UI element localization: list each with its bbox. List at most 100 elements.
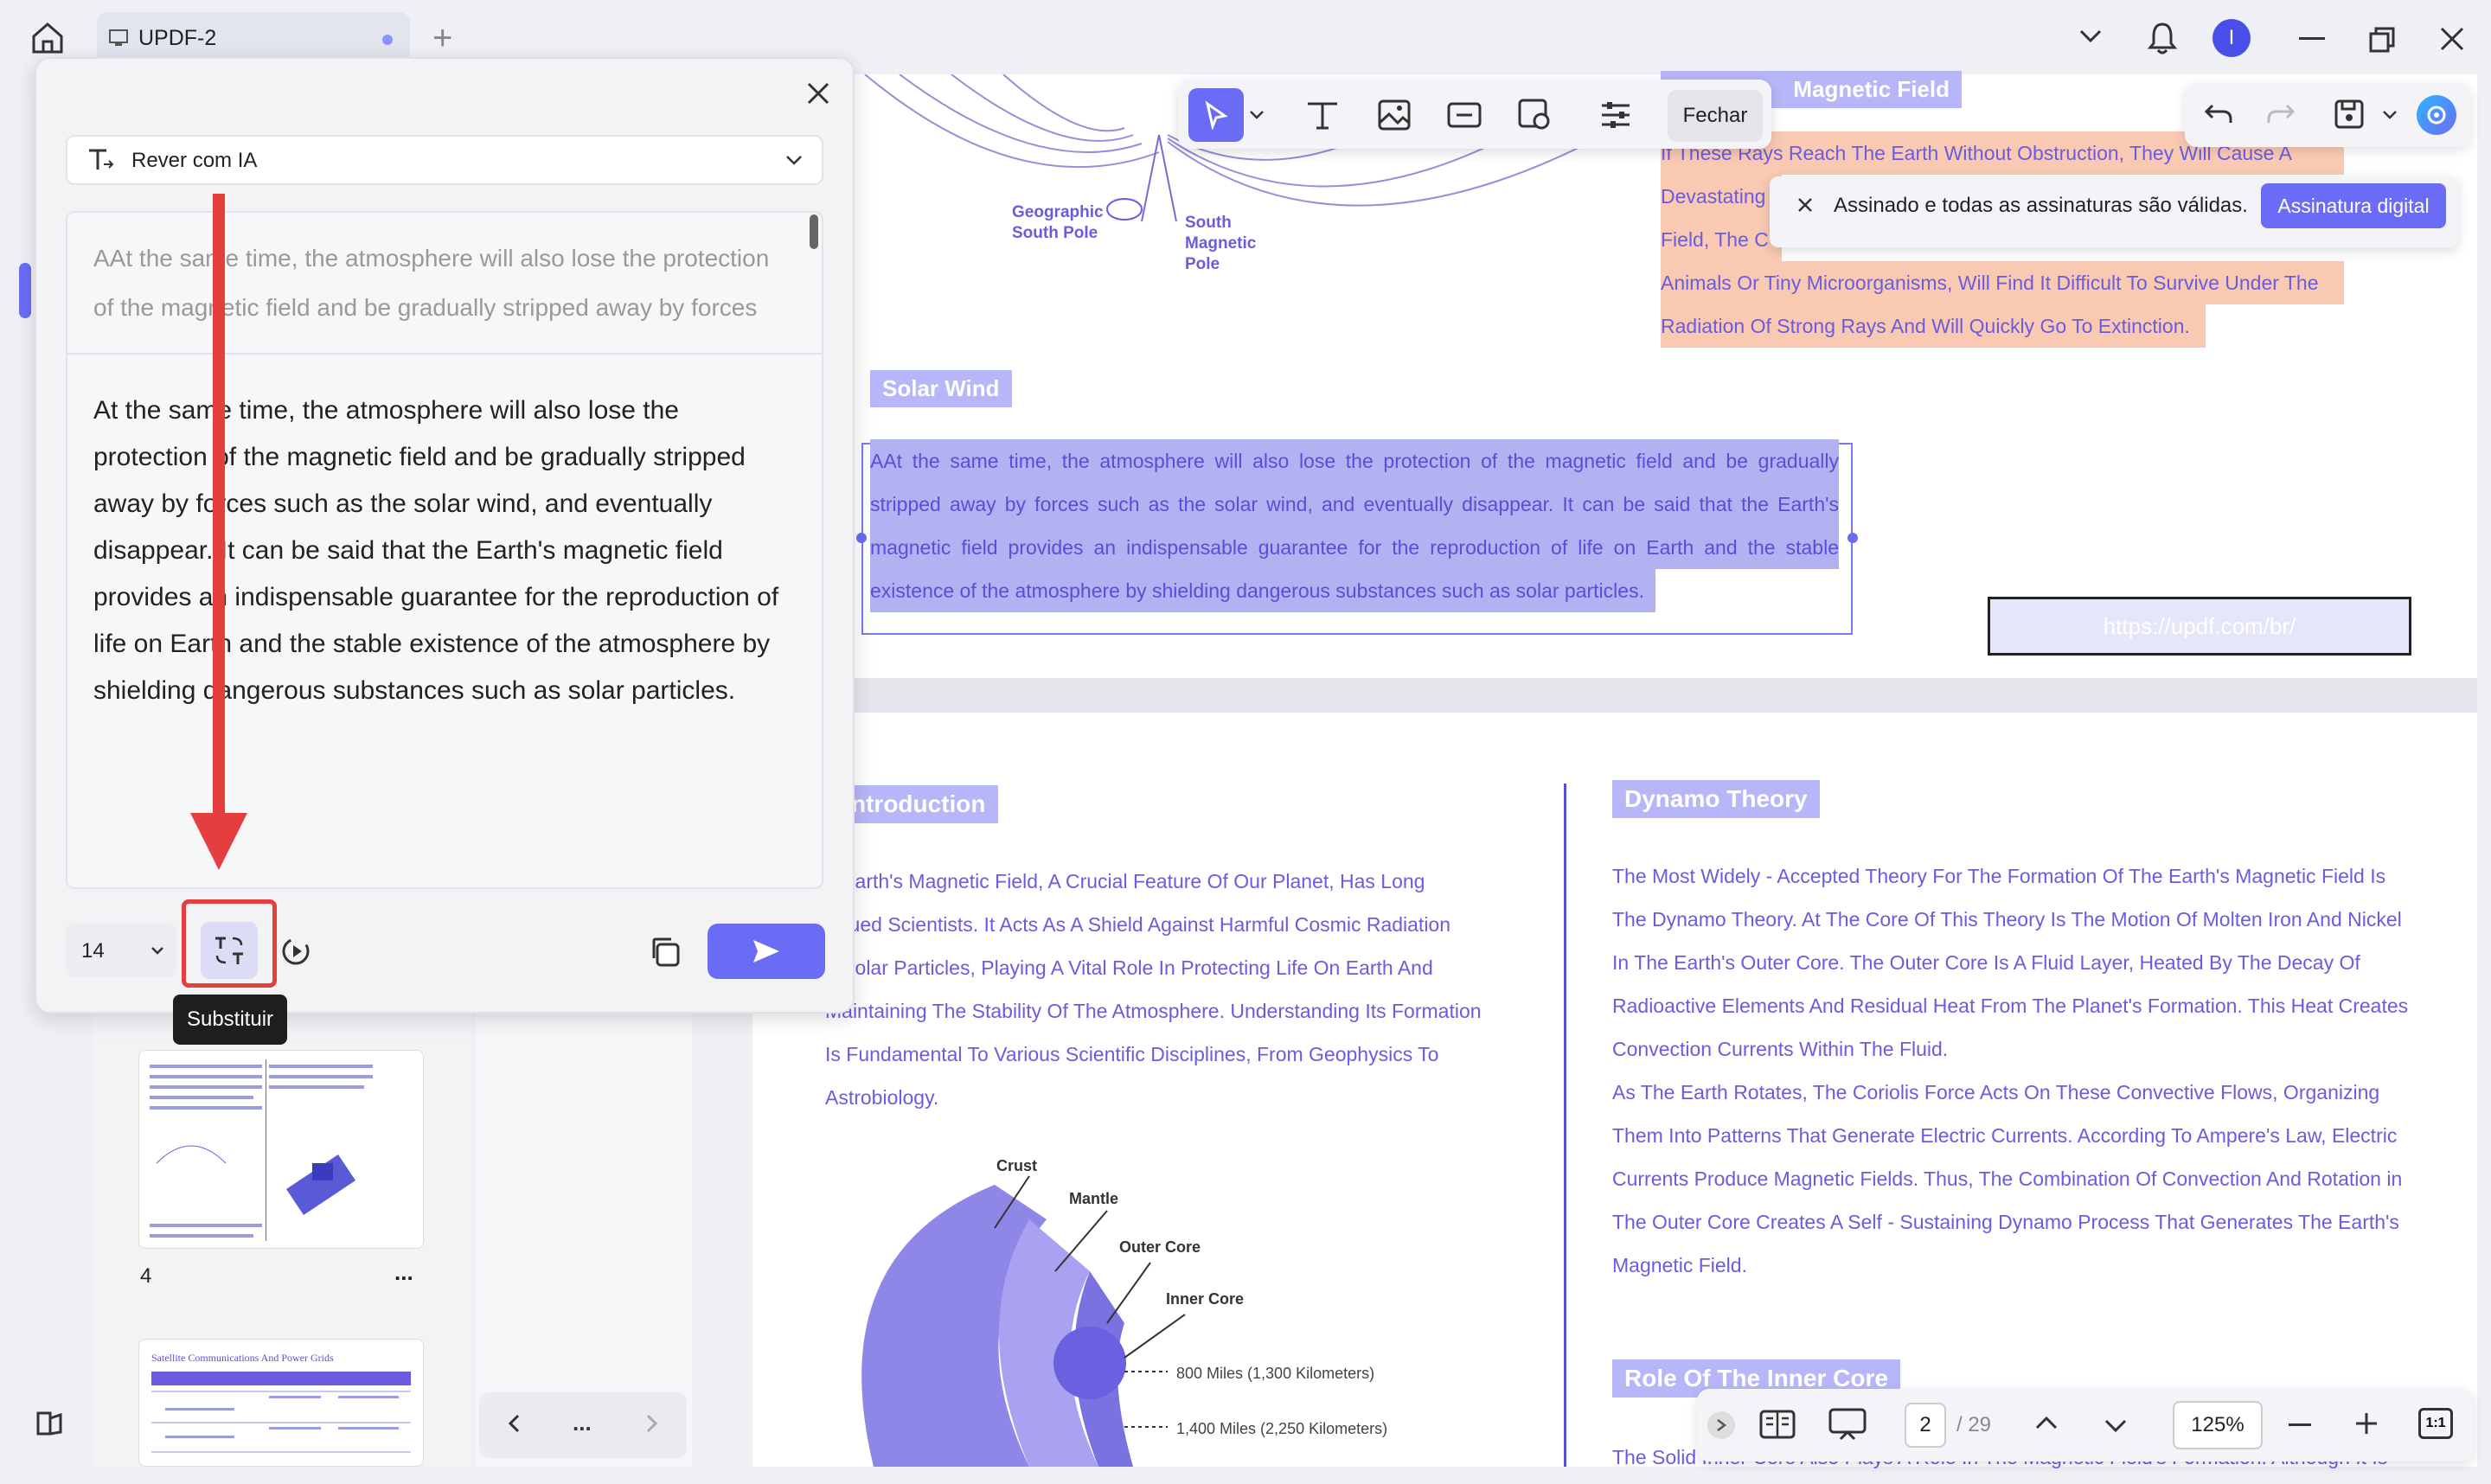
text-line: d Solar Particles, Playing A Vital Role … xyxy=(825,956,1433,979)
link-box[interactable]: https://updf.com/br/ xyxy=(1988,597,2411,656)
outer-core-label: Outer Core xyxy=(1119,1238,1201,1256)
text-line: Astrobiology. xyxy=(825,1086,939,1109)
text-line: Devastating xyxy=(1661,175,1782,218)
thumb-nav-more[interactable]: ... xyxy=(573,1410,592,1436)
unsaved-dot-icon xyxy=(382,35,393,45)
link-tool-icon[interactable] xyxy=(1446,99,1482,131)
text-line: The Outer Core Creates A Self - Sustaini… xyxy=(1612,1211,2399,1233)
introduction-text: e Earth's Magnetic Field, A Crucial Feat… xyxy=(825,860,1517,1119)
text-line: Animals Or Tiny Microorganisms, Will Fin… xyxy=(1661,261,2344,304)
save-icon[interactable] xyxy=(2334,99,2365,130)
selected-line: AAt the same time, the atmosphere will a… xyxy=(870,439,1839,483)
image-tool-icon[interactable] xyxy=(1377,99,1412,131)
close-panel-icon[interactable] xyxy=(806,81,830,106)
close-window-icon[interactable] xyxy=(2439,26,2465,52)
text-format-icon xyxy=(86,147,114,173)
dynamo-theory-text: The Most Widely - Accepted Theory For Th… xyxy=(1612,854,2477,1287)
text-line: As The Earth Rotates, The Coriolis Force… xyxy=(1612,1081,2380,1103)
selected-text[interactable]: AAt the same time, the atmosphere will a… xyxy=(870,439,1839,612)
page-total: / 29 xyxy=(1956,1413,1992,1436)
actual-size-icon[interactable]: 1:1 xyxy=(2418,1408,2453,1439)
chevron-down-icon[interactable] xyxy=(785,154,803,166)
text-line: Field, The C xyxy=(1661,218,1782,261)
reading-mode-icon[interactable] xyxy=(1759,1410,1796,1439)
minimize-icon[interactable] xyxy=(2299,37,2325,40)
chevron-up-icon[interactable] xyxy=(2034,1415,2059,1430)
ai-assistant-icon[interactable] xyxy=(2417,95,2456,135)
font-size-value: 14 xyxy=(81,939,105,963)
mode-select-label: Rever com IA xyxy=(131,149,258,172)
south-label: South Magnetic Pole xyxy=(1185,214,1257,273)
new-tab-button[interactable]: + xyxy=(432,19,452,58)
select-tool-button[interactable] xyxy=(1188,88,1244,142)
selection-handle[interactable] xyxy=(856,533,867,543)
text-line: Currents Produce Magnetic Fields. Thus, … xyxy=(1612,1167,2403,1190)
geo-label: Geographic South Pole xyxy=(1012,203,1104,242)
distance-label-1: 800 Miles (1,300 Kilometers) xyxy=(1176,1365,1375,1382)
text-line: e Earth's Magnetic Field, A Crucial Feat… xyxy=(825,870,1425,892)
introduction-heading: ntroduction xyxy=(848,785,998,823)
dynamo-theory-heading: Dynamo Theory xyxy=(1612,780,1820,818)
chevron-right-icon[interactable] xyxy=(645,1413,659,1434)
notice-close-icon[interactable] xyxy=(1797,197,1813,213)
selected-line: stripped away by forces such as the sola… xyxy=(870,483,1839,526)
text-line: In The Earth's Outer Core. The Outer Cor… xyxy=(1612,951,2360,974)
text-line: The Dynamo Theory. At The Core Of This T… xyxy=(1612,908,2402,931)
text-line: Maintaining The Stability Of The Atmosph… xyxy=(825,1000,1482,1022)
thumbnail-title: Satellite Communications And Power Grids xyxy=(151,1352,334,1364)
stamp-tool-icon[interactable] xyxy=(1517,97,1552,131)
selected-line: existence of the atmosphere by shielding… xyxy=(870,569,1655,612)
replace-button[interactable] xyxy=(201,922,258,979)
tooltip: Substituir xyxy=(173,995,287,1045)
zoom-in-icon[interactable] xyxy=(2354,1411,2379,1436)
text-line: Radioactive Elements And Residual Heat F… xyxy=(1612,995,2409,1017)
chevron-down-icon[interactable] xyxy=(150,946,164,956)
column-divider xyxy=(1564,784,1566,1467)
notice-text: Assinado e todas as assinaturas são váli… xyxy=(1834,194,2248,217)
copy-icon[interactable] xyxy=(649,936,682,969)
chevron-down-icon[interactable] xyxy=(2382,109,2398,121)
restore-icon[interactable] xyxy=(2368,26,2396,54)
send-button[interactable] xyxy=(708,924,825,979)
sidebar-active-marker xyxy=(19,263,31,318)
chevron-down-icon[interactable] xyxy=(2104,1418,2128,1434)
scrollbar[interactable] xyxy=(810,214,818,249)
text-line: Convection Currents Within The Fluid. xyxy=(1612,1038,1949,1060)
regenerate-icon[interactable] xyxy=(280,936,315,967)
zoom-level[interactable]: 125% xyxy=(2173,1401,2263,1449)
solar-wind-heading: Solar Wind xyxy=(870,370,1012,407)
chevron-right-circle-icon[interactable] xyxy=(1707,1411,1735,1439)
home-icon[interactable] xyxy=(29,21,66,55)
text-line: Magnetic Field. xyxy=(1612,1254,1747,1276)
page-thumbnail[interactable]: Satellite Communications And Power Grids xyxy=(138,1339,424,1467)
tab-title: UPDF-2 xyxy=(138,26,217,50)
page-thumbnail[interactable] xyxy=(138,1050,424,1249)
settings-sliders-icon[interactable] xyxy=(1598,99,1633,131)
presentation-icon[interactable] xyxy=(1828,1408,1867,1441)
thumbnail-more-button[interactable]: ... xyxy=(394,1259,413,1286)
thumbnail-nav-panel xyxy=(476,951,692,1467)
sidebar-panel-icon[interactable] xyxy=(33,1408,66,1439)
digital-signature-button[interactable]: Assinatura digital xyxy=(2261,183,2446,228)
chevron-down-icon[interactable] xyxy=(2078,26,2104,45)
distance-label-2: 1,400 Miles (2,250 Kilometers) xyxy=(1176,1420,1388,1437)
text-line: rigued Scientists. It Acts As A Shield A… xyxy=(827,913,1451,936)
crust-label: Crust xyxy=(996,1157,1038,1174)
text-line: Them Into Patterns That Generate Electri… xyxy=(1612,1124,2398,1147)
document-icon xyxy=(109,29,128,47)
avatar[interactable]: I xyxy=(2212,19,2251,57)
undo-icon[interactable] xyxy=(2204,100,2233,126)
zoom-out-icon[interactable] xyxy=(2289,1423,2311,1426)
selection-handle[interactable] xyxy=(1847,533,1858,543)
red-arrow-annotation xyxy=(190,194,247,870)
mantle-label: Mantle xyxy=(1069,1190,1119,1207)
bell-icon[interactable] xyxy=(2147,21,2178,55)
text-line: Is Fundamental To Various Scientific Dis… xyxy=(825,1043,1439,1065)
page-number-input[interactable]: 2 xyxy=(1905,1403,1946,1448)
text-tool-icon[interactable] xyxy=(1304,99,1341,131)
chevron-left-icon[interactable] xyxy=(507,1413,521,1434)
chevron-down-icon[interactable] xyxy=(1249,109,1265,121)
text-line: The Most Widely - Accepted Theory For Th… xyxy=(1612,865,2386,887)
close-edit-button[interactable]: Fechar xyxy=(1668,90,1763,142)
redo-icon[interactable] xyxy=(2266,100,2296,126)
